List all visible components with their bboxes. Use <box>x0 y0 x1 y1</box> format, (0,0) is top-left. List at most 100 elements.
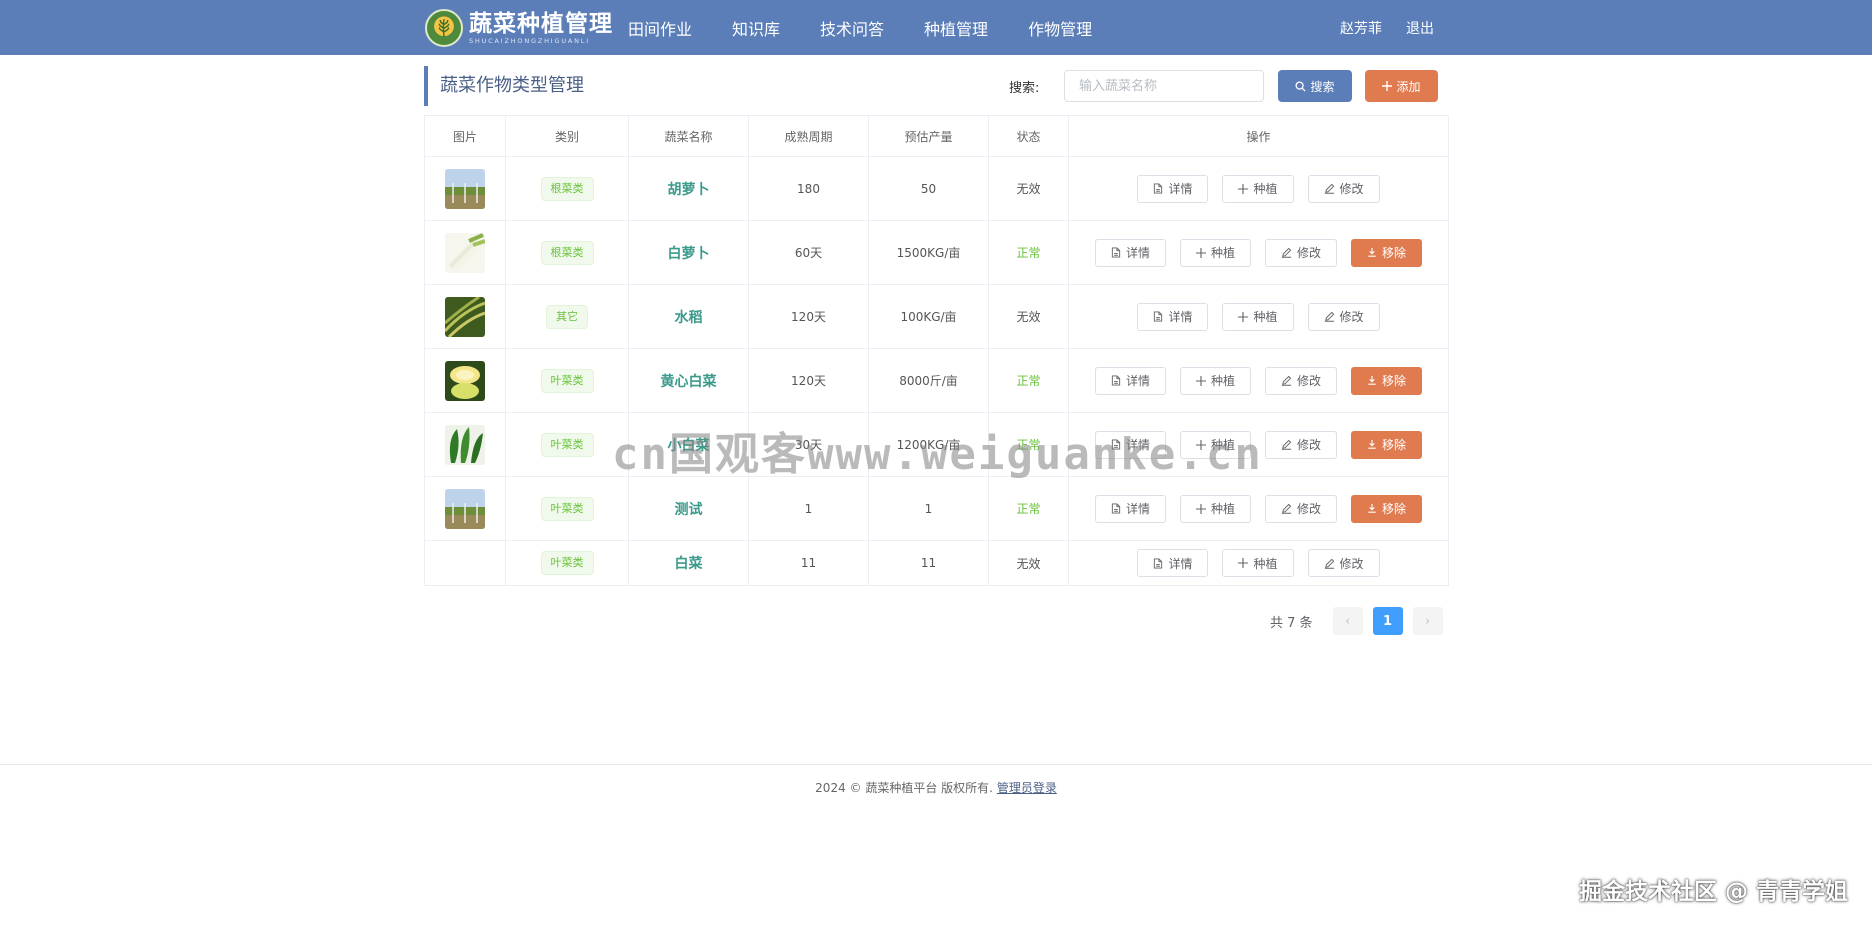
nav-item-crop-management[interactable]: 作物管理 <box>1028 16 1092 40</box>
plant-button[interactable]: 种植 <box>1222 549 1294 577</box>
vegetable-thumbnail[interactable] <box>445 424 485 465</box>
vegetable-name[interactable]: 黄心白菜 <box>661 374 717 390</box>
cell-cycle: 11 <box>748 540 869 586</box>
center-watermark: cn国观客www.weiguanke.cn <box>612 429 1263 480</box>
cell-category: 叶菜类 <box>505 348 629 413</box>
cell-yield: 50 <box>868 156 989 221</box>
plant-button[interactable]: 种植 <box>1222 174 1294 203</box>
plus-icon <box>1195 503 1206 514</box>
nav-item-knowledge-base[interactable]: 知识库 <box>732 16 780 40</box>
remove-button[interactable]: 移除 <box>1351 366 1423 395</box>
cell-cycle: 120天 <box>748 284 869 349</box>
user-name-link[interactable]: 赵芳菲 <box>1340 18 1382 38</box>
pencil-icon <box>1324 183 1334 194</box>
document-icon <box>1154 311 1163 322</box>
row-actions: 详情 种植 修改 <box>1069 549 1448 577</box>
prev-page-button[interactable]: ‹ <box>1332 607 1363 635</box>
logout-link[interactable]: 退出 <box>1406 18 1434 38</box>
add-button-label: 添加 <box>1396 79 1421 94</box>
column-header-actions: 操作 <box>1068 115 1449 157</box>
download-icon <box>1368 375 1376 385</box>
status-text: 正常 <box>1016 246 1041 260</box>
document-icon <box>1154 183 1163 194</box>
cell-yield: 8000斤/亩 <box>868 348 989 413</box>
chevron-right-icon: › <box>1424 613 1431 629</box>
add-button[interactable]: 添加 <box>1365 70 1438 102</box>
cell-cycle: 120天 <box>748 348 869 413</box>
cell-actions: 详情 种植 修改 <box>1068 540 1449 586</box>
edit-button[interactable]: 修改 <box>1265 430 1338 459</box>
detail-button[interactable]: 详情 <box>1137 549 1209 577</box>
plant-button[interactable]: 种植 <box>1179 238 1251 267</box>
table-body: 根菜类 胡萝卜 180 50 无效 详情 种植 修改 根菜类 白萝卜 60天 1500KG/亩 正常 详情… <box>424 156 1449 586</box>
page-number-button[interactable]: 1 <box>1372 607 1403 635</box>
nav-item-planting-management[interactable]: 种植管理 <box>924 16 988 40</box>
vegetable-name[interactable]: 白菜 <box>675 556 703 572</box>
detail-button-label: 详情 <box>1168 310 1193 324</box>
vegetable-name[interactable]: 胡萝卜 <box>668 182 710 198</box>
detail-button[interactable]: 详情 <box>1094 238 1166 267</box>
edit-button-label: 修改 <box>1297 374 1322 388</box>
search-input[interactable] <box>1064 70 1264 102</box>
detail-button[interactable]: 详情 <box>1137 174 1209 203</box>
cell-name: 测试 <box>628 476 749 541</box>
vegetable-name[interactable]: 水稻 <box>675 310 703 326</box>
vegetable-thumbnail[interactable] <box>445 168 485 209</box>
column-header-name: 蔬菜名称 <box>628 115 749 157</box>
nav-item-field-work[interactable]: 田间作业 <box>628 16 692 40</box>
search-button[interactable]: 搜索 <box>1278 70 1352 102</box>
detail-button-label: 详情 <box>1125 502 1150 516</box>
edit-button[interactable]: 修改 <box>1265 366 1338 395</box>
cell-image <box>424 156 506 221</box>
vegetable-thumbnail[interactable] <box>445 232 485 273</box>
column-header-status: 状态 <box>988 115 1069 157</box>
edit-button[interactable]: 修改 <box>1307 174 1380 203</box>
category-tag: 根菜类 <box>540 176 594 201</box>
detail-button[interactable]: 详情 <box>1094 494 1166 523</box>
copyright-text: 2024 © 蔬菜种植平台 版权所有. <box>815 781 993 795</box>
vegetable-thumbnail[interactable] <box>445 296 485 337</box>
detail-button[interactable]: 详情 <box>1094 366 1166 395</box>
edit-button[interactable]: 修改 <box>1307 549 1380 577</box>
pencil-icon <box>1324 311 1334 322</box>
brand-logo[interactable]: 蔬菜种植管理 SHUCAIZHONGZHIGUANLI <box>425 7 613 49</box>
cell-category: 根菜类 <box>505 156 629 221</box>
detail-button[interactable]: 详情 <box>1137 302 1209 331</box>
vegetable-name[interactable]: 白萝卜 <box>668 246 710 262</box>
remove-button-label: 移除 <box>1382 502 1407 516</box>
vegetable-thumbnail[interactable] <box>445 488 485 529</box>
admin-login-link[interactable]: 管理员登录 <box>997 781 1057 795</box>
edit-button[interactable]: 修改 <box>1265 494 1338 523</box>
edit-button[interactable]: 修改 <box>1265 238 1338 267</box>
table-header-row: 图片 类别 蔬菜名称 成熟周期 预估产量 状态 操作 <box>424 115 1449 157</box>
cell-actions: 详情 种植 修改 移除 <box>1068 220 1449 285</box>
cell-actions: 详情 种植 修改 移除 <box>1068 476 1449 541</box>
vegetable-thumbnail[interactable] <box>445 360 485 401</box>
next-page-button[interactable]: › <box>1412 607 1443 635</box>
plant-button[interactable]: 种植 <box>1179 366 1251 395</box>
remove-button[interactable]: 移除 <box>1351 494 1423 523</box>
category-tag: 根菜类 <box>540 240 594 265</box>
remove-button[interactable]: 移除 <box>1351 430 1423 459</box>
status-text: 无效 <box>1016 310 1041 324</box>
category-tag: 叶菜类 <box>540 368 594 393</box>
plus-icon <box>1382 81 1393 91</box>
column-header-image: 图片 <box>424 115 506 157</box>
vegetable-name[interactable]: 测试 <box>675 502 703 518</box>
remove-button-label: 移除 <box>1382 374 1407 388</box>
wheat-logo-icon <box>425 9 463 47</box>
cell-yield: 1 <box>868 476 989 541</box>
cell-category: 根菜类 <box>505 220 629 285</box>
edit-button-label: 修改 <box>1297 502 1322 516</box>
remove-button[interactable]: 移除 <box>1351 238 1423 267</box>
cell-status: 正常 <box>988 348 1069 413</box>
plant-button[interactable]: 种植 <box>1179 494 1251 523</box>
plant-button-label: 种植 <box>1210 374 1235 388</box>
cell-yield: 11 <box>868 540 989 586</box>
edit-button[interactable]: 修改 <box>1307 302 1380 331</box>
cell-status: 无效 <box>988 284 1069 349</box>
nav-item-tech-qa[interactable]: 技术问答 <box>820 16 884 40</box>
pencil-icon <box>1281 375 1292 386</box>
plant-button[interactable]: 种植 <box>1222 302 1294 331</box>
download-icon <box>1368 247 1376 257</box>
